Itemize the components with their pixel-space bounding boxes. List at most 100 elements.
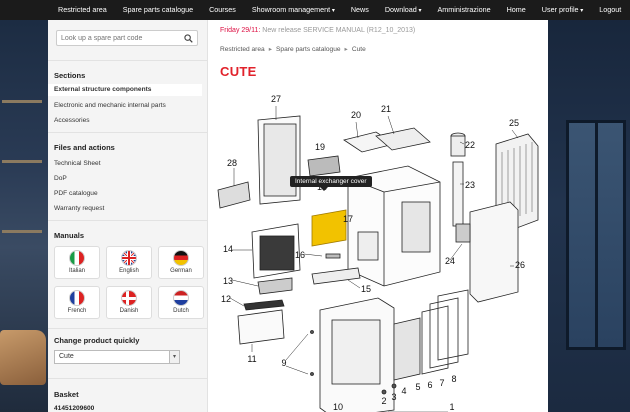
part-2-hinge xyxy=(381,389,387,395)
search-input[interactable] xyxy=(57,31,177,45)
part-label-20[interactable]: 20 xyxy=(351,110,361,120)
part-label-28[interactable]: 28 xyxy=(227,158,237,168)
part-label-9[interactable]: 9 xyxy=(281,358,286,368)
nav-amministrazione[interactable]: Amministrazione xyxy=(429,0,498,21)
nav-home[interactable]: Home xyxy=(499,0,534,21)
germany-flag-icon xyxy=(173,250,189,266)
news-ticker[interactable]: Friday 29/11: New release SERVICE MANUAL… xyxy=(220,27,415,34)
part-19-top-vent xyxy=(307,155,341,177)
part-15-rail xyxy=(311,267,361,285)
nav-user-profile[interactable]: User profile xyxy=(534,0,591,21)
part-label-17[interactable]: 17 xyxy=(343,214,353,224)
part-label-24[interactable]: 24 xyxy=(445,256,455,266)
nav-news[interactable]: News xyxy=(343,0,377,21)
part-7-gasket xyxy=(429,297,459,369)
part-label-27[interactable]: 27 xyxy=(271,94,281,104)
part-16-small-part xyxy=(325,253,341,259)
part-label-4[interactable]: 4 xyxy=(401,386,406,396)
breadcrumb-separator-icon: ▸ xyxy=(344,46,348,53)
part-6-gasket xyxy=(421,305,449,375)
nav-showroom-management[interactable]: Showroom management xyxy=(244,0,343,21)
nav-courses[interactable]: Courses xyxy=(201,0,244,21)
basket-heading: Basket xyxy=(54,390,79,399)
part-label-25[interactable]: 25 xyxy=(509,118,519,128)
divider xyxy=(48,378,208,379)
nav-restricted-area[interactable]: Restricted area xyxy=(50,0,115,21)
file-link-technical-sheet[interactable]: Technical Sheet xyxy=(54,160,101,167)
content-panel: Sections External structure components E… xyxy=(48,20,548,412)
breadcrumb-restricted-area[interactable]: Restricted area xyxy=(220,46,265,53)
part-label-1[interactable]: 1 xyxy=(449,402,454,412)
nav-spare-parts-catalogue[interactable]: Spare parts catalogue xyxy=(115,0,201,21)
part-13-ashpan xyxy=(257,277,293,295)
sidebar: Sections External structure components E… xyxy=(48,20,208,412)
breadcrumb-spare-parts[interactable]: Spare parts catalogue xyxy=(276,46,341,53)
nav-left-group: Restricted area Spare parts catalogue Cour… xyxy=(50,0,499,21)
part-24-bracket xyxy=(455,223,471,243)
denmark-flag-icon xyxy=(121,290,137,306)
part-tooltip: Internal exchanger cover xyxy=(290,176,372,191)
part-3-hinge xyxy=(391,383,397,389)
part-label-11[interactable]: 11 xyxy=(247,354,256,364)
france-flag-icon xyxy=(69,290,85,306)
part-label-23[interactable]: 23 xyxy=(465,180,475,190)
main-content: Friday 29/11: New release SERVICE MANUAL… xyxy=(208,20,548,412)
part-label-22[interactable]: 22 xyxy=(465,140,475,150)
part-label-10[interactable]: 10 xyxy=(333,402,343,412)
manual-german-button[interactable]: German xyxy=(158,246,204,279)
breadcrumb-separator-icon: ▸ xyxy=(268,46,273,53)
section-link-accessories[interactable]: Accessories xyxy=(54,117,90,124)
search-icon[interactable] xyxy=(184,34,193,43)
sections-heading: Sections xyxy=(54,71,86,80)
part-label-21[interactable]: 21 xyxy=(381,104,391,114)
manual-dutch-button[interactable]: Dutch xyxy=(158,286,204,319)
part-23-flue-pipe xyxy=(452,161,464,227)
part-17-internal-exchanger-cover xyxy=(311,209,347,247)
manuals-heading: Manuals xyxy=(54,231,85,240)
part-label-8[interactable]: 8 xyxy=(451,374,456,384)
file-link-dop[interactable]: DoP xyxy=(54,175,67,182)
netherlands-flag-icon xyxy=(173,290,189,306)
part-label-14[interactable]: 14 xyxy=(223,244,233,254)
italy-flag-icon xyxy=(69,250,85,266)
part-label-5[interactable]: 5 xyxy=(415,382,420,392)
chevron-down-icon[interactable]: ▾ xyxy=(169,351,179,363)
product-select-value: Cute xyxy=(59,353,74,360)
background-photo-left xyxy=(0,0,48,412)
files-heading: Files and actions xyxy=(54,143,115,152)
spare-part-search[interactable] xyxy=(56,30,198,46)
section-link-electronic[interactable]: Electronic and mechanic internal parts xyxy=(54,102,166,109)
top-navigation-bar: Restricted area Spare parts catalogue Cour… xyxy=(0,0,630,20)
divider xyxy=(48,60,208,61)
manual-french-button[interactable]: French xyxy=(54,286,100,319)
manual-italian-button[interactable]: Italian xyxy=(54,246,100,279)
background-photo-right xyxy=(548,0,630,412)
part-label-19[interactable]: 19 xyxy=(315,142,325,152)
nav-logout[interactable]: Logout xyxy=(591,0,629,21)
manual-danish-button[interactable]: Danish xyxy=(106,286,152,319)
part-label-16[interactable]: 16 xyxy=(295,250,305,260)
basket-code: 41451209600 xyxy=(54,405,95,412)
breadcrumb: Restricted area ▸ Spare parts catalogue ▸ Cu… xyxy=(220,45,366,53)
part-label-2[interactable]: 2 xyxy=(381,396,386,406)
part-26-side-panel xyxy=(469,201,519,303)
part-label-26[interactable]: 26 xyxy=(515,260,525,270)
part-label-15[interactable]: 15 xyxy=(361,284,371,294)
part-label-12[interactable]: 12 xyxy=(221,294,231,304)
file-link-warranty-request[interactable]: Warranty request xyxy=(54,205,104,212)
part-9-screw xyxy=(310,330,314,334)
divider xyxy=(48,220,208,221)
part-11-drawer xyxy=(237,309,285,345)
file-link-pdf-catalogue[interactable]: PDF catalogue xyxy=(54,190,98,197)
part-label-13[interactable]: 13 xyxy=(223,276,233,286)
part-label-7[interactable]: 7 xyxy=(439,378,444,388)
section-link-external[interactable]: External structure components xyxy=(48,84,202,96)
product-select[interactable]: Cute ▾ xyxy=(54,350,180,364)
breadcrumb-current: Cute xyxy=(351,46,366,53)
divider xyxy=(48,132,208,133)
manual-english-button[interactable]: English xyxy=(106,246,152,279)
part-label-6[interactable]: 6 xyxy=(427,380,432,390)
nav-download[interactable]: Download xyxy=(377,0,430,21)
part-label-3[interactable]: 3 xyxy=(391,392,396,402)
part-8-frame xyxy=(437,289,469,361)
